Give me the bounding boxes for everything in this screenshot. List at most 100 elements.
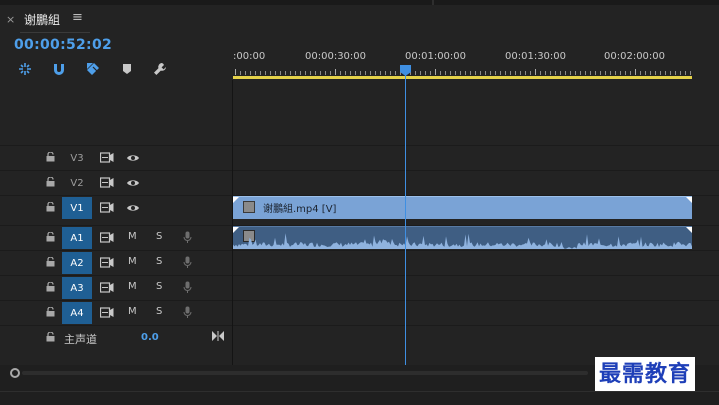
lock-icon[interactable] (46, 232, 55, 242)
ruler-tick (415, 71, 416, 75)
sequence-tab-title[interactable]: 谢鵬組 (24, 11, 60, 28)
mic-icon[interactable] (183, 281, 192, 294)
lock-icon[interactable] (46, 202, 55, 212)
ruler-tick (645, 71, 646, 75)
playhead-line[interactable] (405, 74, 406, 366)
ruler-tick (675, 71, 676, 75)
lock-icon[interactable] (46, 307, 55, 317)
master-track-label: 主声道 (64, 333, 97, 346)
solo-button[interactable]: S (156, 306, 162, 317)
wrench-icon[interactable] (151, 60, 169, 78)
ruler-tick (685, 71, 686, 75)
ruler-tick (490, 71, 491, 75)
mute-button[interactable]: M (128, 281, 137, 292)
ruler-label: :00:00 (233, 51, 266, 62)
ruler-tick (420, 71, 421, 75)
mute-button[interactable]: M (128, 256, 137, 267)
ruler-tick (650, 71, 651, 75)
time-ruler[interactable]: :00:00 00:00:30:00 00:01:00:00 00:01:30:… (233, 33, 719, 80)
ruler-tick (380, 71, 381, 75)
mute-button[interactable]: M (128, 306, 137, 317)
solo-button[interactable]: S (156, 231, 162, 242)
track-label-a3[interactable]: A3 (62, 277, 92, 299)
clip-corner-icon (686, 197, 692, 203)
ruler-label: 00:02:00:00 (604, 51, 666, 62)
sync-lock-icon[interactable] (100, 282, 114, 293)
ruler-tick (565, 71, 566, 75)
lock-icon[interactable] (46, 257, 55, 267)
magnet-icon[interactable] (50, 60, 68, 78)
ruler-tick (635, 69, 636, 75)
footer-divider (0, 391, 719, 392)
master-volume-value[interactable]: 0.0 (141, 332, 159, 343)
close-tab-button[interactable]: × (6, 13, 15, 26)
ruler-tick (460, 71, 461, 75)
ruler-tick (325, 71, 326, 75)
linked-selection-icon[interactable] (84, 60, 102, 78)
track-area-a3[interactable] (233, 275, 719, 299)
eye-icon[interactable] (126, 178, 140, 188)
ruler-tick (390, 71, 391, 75)
ruler-tick (670, 71, 671, 75)
eye-icon[interactable] (126, 203, 140, 213)
mute-button[interactable]: M (128, 231, 137, 242)
track-row-v1: V1 (0, 195, 232, 219)
ruler-tick (365, 71, 366, 75)
mic-icon[interactable] (183, 256, 192, 269)
horizontal-scrollbar[interactable] (22, 371, 588, 375)
ruler-tick (690, 71, 691, 75)
ruler-tick (560, 71, 561, 75)
playhead-timecode[interactable]: 00:00:52:02 (14, 37, 112, 53)
ruler-tick (440, 71, 441, 75)
sync-lock-icon[interactable] (100, 152, 114, 163)
zoom-handle[interactable] (10, 368, 20, 378)
playhead-handle-icon[interactable] (400, 65, 411, 76)
sync-lock-icon[interactable] (100, 177, 114, 188)
master-track-area[interactable] (233, 325, 719, 349)
lock-icon[interactable] (46, 152, 55, 162)
ruler-tick (585, 71, 586, 75)
track-label-a4[interactable]: A4 (62, 302, 92, 324)
sync-lock-icon[interactable] (100, 232, 114, 243)
ruler-tick (275, 71, 276, 75)
ruler-tick (385, 71, 386, 75)
track-area-v2[interactable] (233, 170, 719, 194)
track-label-a1[interactable]: A1 (62, 227, 92, 249)
ruler-tick (640, 71, 641, 75)
ruler-tick (295, 71, 296, 75)
track-area-v3[interactable] (233, 145, 719, 169)
snap-ripple-icon[interactable] (16, 60, 34, 78)
track-label-v1[interactable]: V1 (62, 197, 92, 219)
solo-button[interactable]: S (156, 256, 162, 267)
ruler-tick (625, 71, 626, 75)
work-area-bar[interactable] (233, 76, 692, 79)
ruler-tick (355, 71, 356, 75)
track-label-a2[interactable]: A2 (62, 252, 92, 274)
track-label-v3[interactable]: V3 (62, 147, 92, 169)
mic-icon[interactable] (183, 306, 192, 319)
panel-menu-icon[interactable]: ≡ (72, 10, 83, 25)
lock-icon[interactable] (46, 177, 55, 187)
sync-lock-icon[interactable] (100, 307, 114, 318)
ruler-tick (310, 71, 311, 75)
solo-button[interactable]: S (156, 281, 162, 292)
lock-icon[interactable] (46, 332, 55, 342)
lock-icon[interactable] (46, 282, 55, 292)
sync-lock-icon[interactable] (100, 202, 114, 213)
ruler-tick (505, 71, 506, 75)
mic-icon[interactable] (183, 231, 192, 244)
sync-lock-icon[interactable] (100, 257, 114, 268)
video-clip[interactable]: 谢鵬組.mp4 [V] (233, 196, 692, 219)
track-label-v2[interactable]: V2 (62, 172, 92, 194)
audio-clip[interactable] (233, 226, 692, 249)
ruler-label: 00:00:30:00 (305, 51, 367, 62)
track-area-a2[interactable] (233, 250, 719, 274)
ruler-tick (615, 71, 616, 75)
ruler-tick (510, 71, 511, 75)
track-area-a4[interactable] (233, 300, 719, 324)
marker-icon[interactable] (118, 60, 136, 78)
ruler-tick (335, 69, 336, 75)
eye-icon[interactable] (126, 153, 140, 163)
ruler-tick (475, 71, 476, 75)
go-to-end-icon[interactable] (212, 331, 224, 341)
